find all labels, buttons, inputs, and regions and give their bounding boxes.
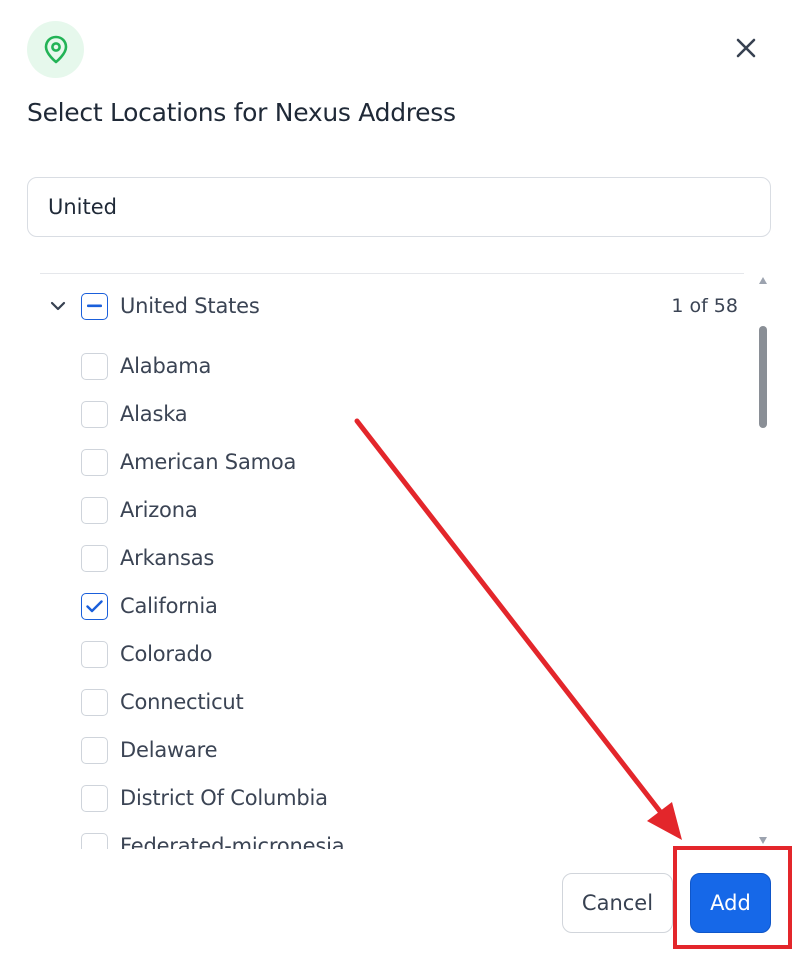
minus-icon — [87, 304, 102, 308]
add-button[interactable]: Add — [690, 873, 771, 933]
list-item-label: Connecticut — [120, 690, 244, 714]
group-row-united-states[interactable]: United States 1 of 58 — [40, 282, 740, 330]
list-item-label: Arizona — [120, 498, 198, 522]
select-locations-dialog: Select Locations for Nexus Address Unite… — [0, 0, 793, 961]
chevron-down-icon[interactable] — [48, 296, 68, 316]
list-item[interactable]: Federated-micronesia — [40, 822, 740, 849]
item-checkbox[interactable] — [81, 832, 108, 849]
item-checkbox[interactable] — [81, 688, 108, 716]
item-checkbox[interactable] — [81, 400, 108, 428]
search-input-value: United — [48, 195, 117, 219]
dialog-title: Select Locations for Nexus Address — [27, 98, 456, 127]
list-item-label: American Samoa — [120, 450, 297, 474]
list-item[interactable]: Delaware — [40, 726, 740, 774]
list-item[interactable]: Alaska — [40, 390, 740, 438]
checkmark-icon — [86, 599, 103, 612]
list-item[interactable]: American Samoa — [40, 438, 740, 486]
item-checkbox[interactable] — [81, 640, 108, 668]
location-list: United States 1 of 58 Alabama Alaska Ameri… — [40, 274, 755, 849]
list-item[interactable]: California — [40, 582, 740, 630]
list-item[interactable]: Arizona — [40, 486, 740, 534]
list-item[interactable]: Alabama — [40, 342, 740, 390]
list-item-label: District Of Columbia — [120, 786, 328, 810]
cancel-button[interactable]: Cancel — [562, 873, 673, 933]
item-checkbox[interactable] — [81, 736, 108, 764]
list-item[interactable]: Connecticut — [40, 678, 740, 726]
scroll-up-icon[interactable] — [759, 277, 767, 284]
scroll-down-icon[interactable] — [759, 837, 767, 844]
item-checkbox[interactable] — [81, 352, 108, 380]
scroll-thumb[interactable] — [759, 326, 767, 428]
group-label: United States — [120, 294, 260, 318]
list-item-label: Colorado — [120, 642, 213, 666]
list-item[interactable]: Arkansas — [40, 534, 740, 582]
item-checkbox[interactable] — [81, 496, 108, 524]
item-checkbox[interactable] — [81, 544, 108, 572]
item-checkbox[interactable] — [81, 592, 108, 620]
group-selection-count: 1 of 58 — [671, 295, 738, 317]
list-item-label: California — [120, 594, 218, 618]
list-item-label: Alabama — [120, 354, 212, 378]
item-checkbox[interactable] — [81, 784, 108, 812]
close-icon — [736, 38, 756, 58]
close-button[interactable] — [730, 32, 762, 64]
list-scrollbar[interactable] — [755, 274, 771, 849]
list-item[interactable]: Colorado — [40, 630, 740, 678]
list-item-label: Alaska — [120, 402, 188, 426]
list-item[interactable]: District Of Columbia — [40, 774, 740, 822]
list-item-label: Federated-micronesia — [120, 834, 345, 849]
item-checkbox[interactable] — [81, 448, 108, 476]
group-checkbox[interactable] — [81, 292, 108, 320]
list-item-label: Arkansas — [120, 546, 215, 570]
list-item-label: Delaware — [120, 738, 218, 762]
search-input[interactable]: United — [27, 177, 771, 237]
location-pin-icon — [27, 21, 84, 78]
